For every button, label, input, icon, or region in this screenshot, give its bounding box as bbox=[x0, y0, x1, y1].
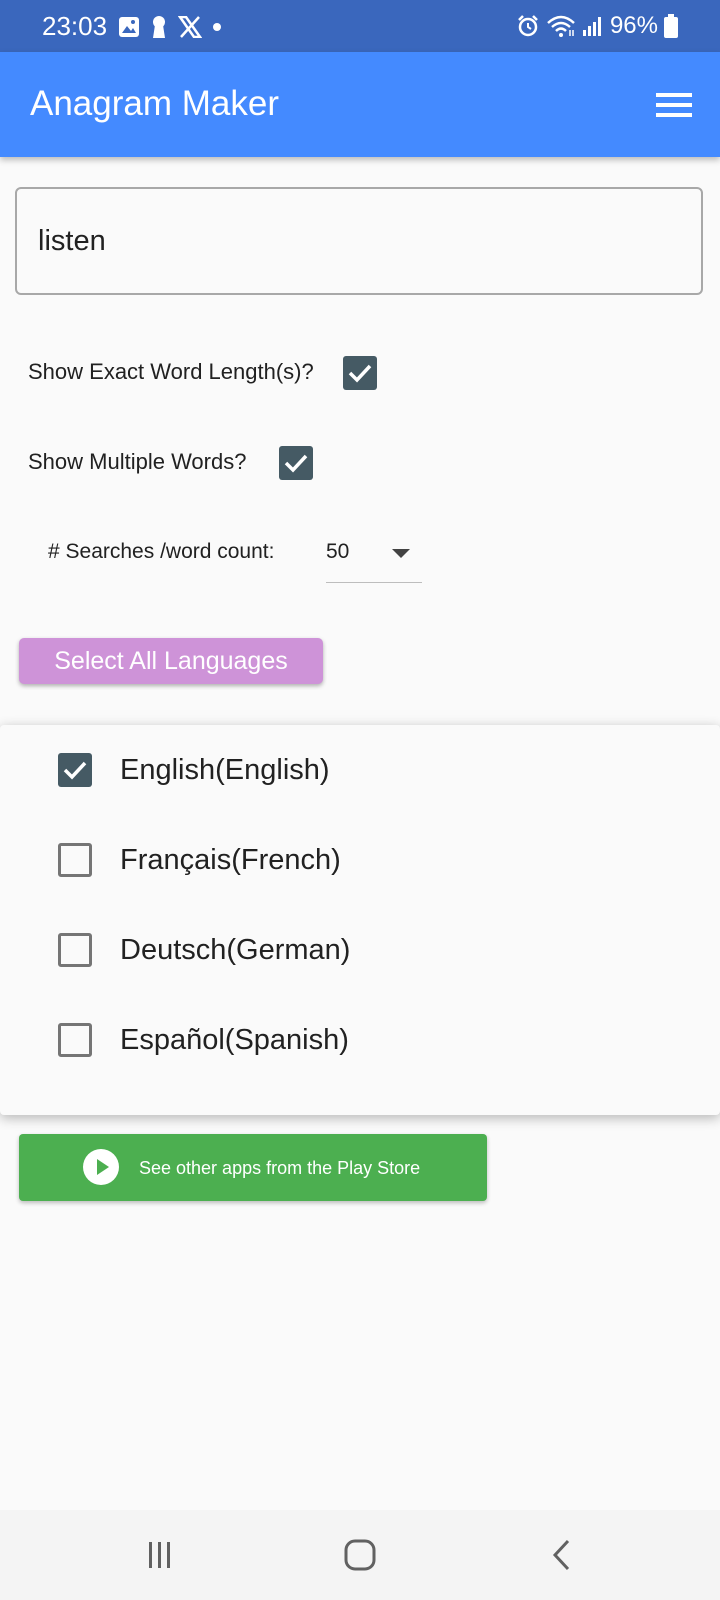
german-checkbox[interactable] bbox=[58, 933, 92, 967]
x-logo-icon bbox=[178, 16, 202, 38]
language-label: Français(French) bbox=[120, 844, 341, 876]
play-store-button[interactable]: See other apps from the Play Store bbox=[19, 1134, 487, 1201]
status-time: 23:03 bbox=[42, 11, 108, 41]
language-label: English(English) bbox=[120, 754, 330, 786]
home-icon[interactable] bbox=[340, 1535, 380, 1575]
language-item-english[interactable]: English(English) bbox=[0, 725, 720, 815]
multiple-words-checkbox[interactable] bbox=[279, 446, 313, 480]
battery-icon bbox=[664, 14, 678, 38]
word-input[interactable] bbox=[15, 187, 703, 295]
system-nav-bar bbox=[0, 1510, 720, 1600]
gallery-icon bbox=[118, 16, 140, 38]
exact-length-label: Show Exact Word Length(s)? bbox=[28, 359, 314, 384]
searches-count-value: 50 bbox=[326, 540, 350, 563]
language-label: Español(Spanish) bbox=[120, 1024, 349, 1056]
signal-icon bbox=[582, 15, 604, 37]
language-item-german[interactable]: Deutsch(German) bbox=[0, 905, 720, 995]
dot-icon bbox=[212, 22, 222, 32]
searches-count-dropdown[interactable]: 50 bbox=[326, 530, 422, 583]
notification-icons bbox=[118, 12, 232, 42]
language-label: Deutsch(German) bbox=[120, 934, 351, 966]
back-icon[interactable] bbox=[542, 1535, 582, 1575]
hamburger-menu-icon[interactable] bbox=[654, 85, 694, 125]
app-title: Anagram Maker bbox=[30, 84, 279, 123]
french-checkbox[interactable] bbox=[58, 843, 92, 877]
alarm-icon bbox=[516, 14, 540, 38]
spanish-checkbox[interactable] bbox=[58, 1023, 92, 1057]
multiple-words-label: Show Multiple Words? bbox=[28, 449, 247, 474]
checkmark-icon bbox=[348, 364, 372, 383]
exact-length-checkbox[interactable] bbox=[343, 356, 377, 390]
english-checkbox[interactable] bbox=[58, 753, 92, 787]
play-circle-icon bbox=[82, 1148, 120, 1191]
system-status-icons: 96% bbox=[510, 10, 678, 42]
wifi-icon bbox=[546, 14, 576, 38]
language-list: English(English) Français(French) Deutsc… bbox=[0, 725, 720, 1115]
chevron-down-icon bbox=[392, 549, 410, 558]
keyhole-icon bbox=[150, 15, 168, 39]
battery-percent: 96% bbox=[609, 12, 658, 39]
searches-count-label: # Searches /word count: bbox=[48, 540, 275, 563]
language-item-spanish[interactable]: Español(Spanish) bbox=[0, 995, 720, 1085]
checkmark-icon bbox=[63, 761, 87, 780]
select-all-languages-button[interactable]: Select All Languages bbox=[19, 638, 323, 684]
app-bar: Anagram Maker bbox=[0, 52, 720, 157]
language-item-french[interactable]: Français(French) bbox=[0, 815, 720, 905]
play-store-label: See other apps from the Play Store bbox=[139, 1158, 421, 1178]
status-bar: 23:03 96% bbox=[0, 0, 720, 52]
recent-apps-icon[interactable] bbox=[140, 1535, 180, 1575]
checkmark-icon bbox=[284, 454, 308, 473]
